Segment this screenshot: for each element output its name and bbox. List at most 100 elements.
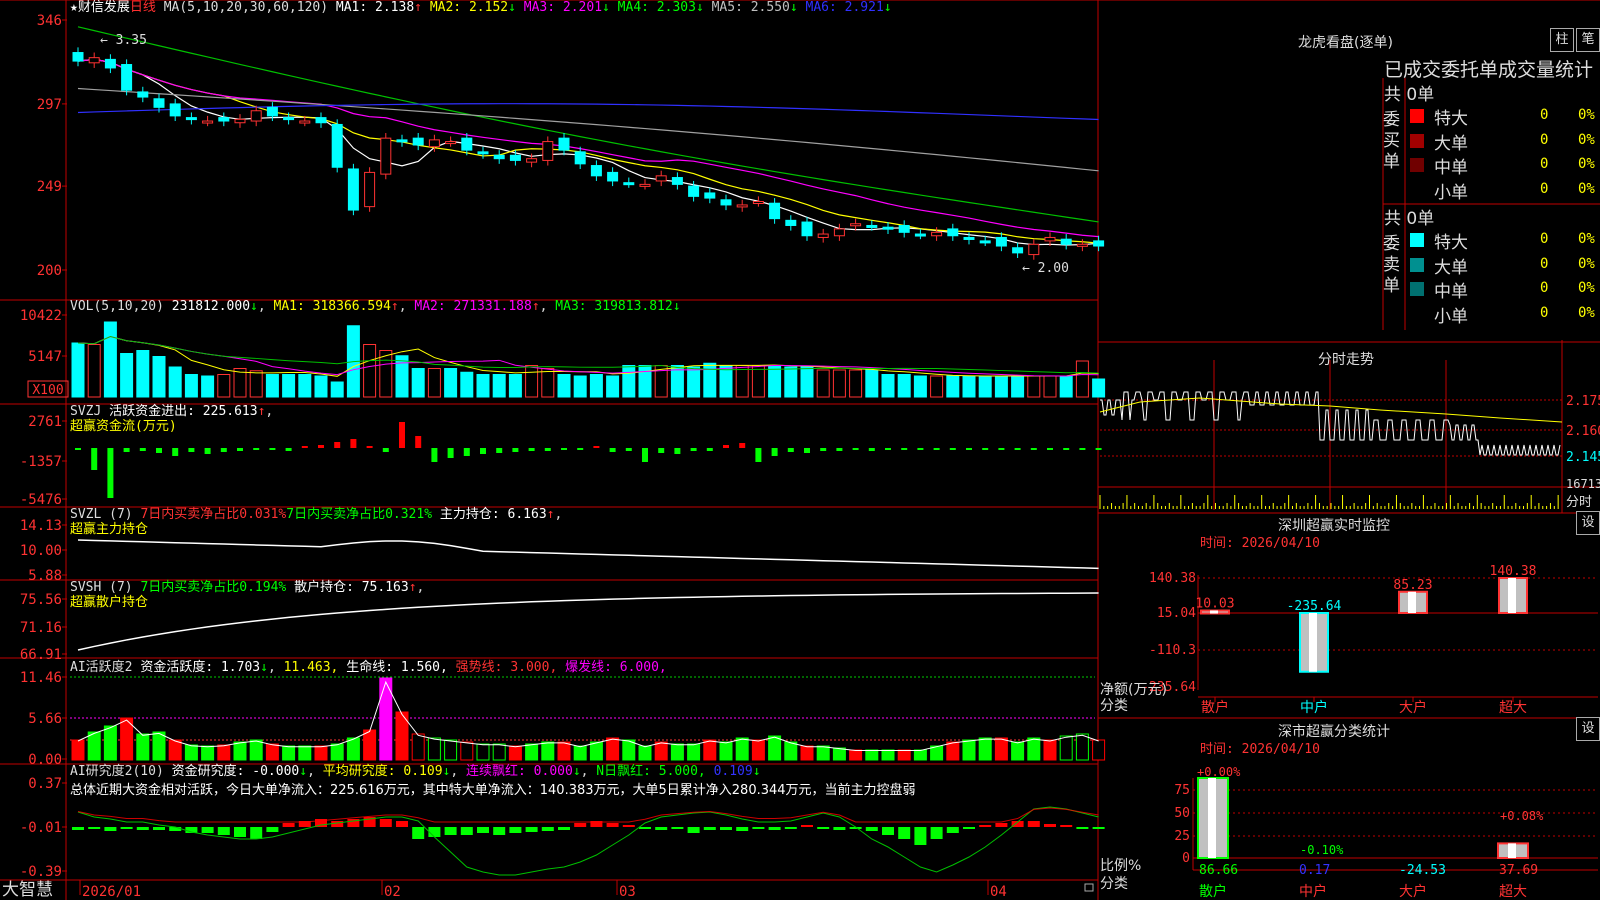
svzj-bar [1014,448,1021,450]
order-row-label: 大单 [1434,257,1468,278]
favorite-star-icon[interactable]: ★ [70,0,78,15]
svzj-bar [1063,448,1070,450]
svzl-title: SVZL (7) [70,507,133,522]
svzj-bar [528,448,535,451]
high-annotation: ← 3.35 [100,33,147,48]
intraday-avg-line [1099,397,1563,423]
svzj-bar [723,445,729,448]
vol-ma-line-2 [77,335,1099,374]
candle-body [461,137,473,151]
volume-bar [525,365,539,398]
ai-act-axis-tick-2: 0.00 [28,752,62,768]
sz-bar-highlight [1508,578,1516,613]
ma-legend-item-4: MA4: 2.303 [609,0,696,15]
ai-res-e-arrow: ↓ [752,764,761,779]
cls-settings-button[interactable]: 设 [1576,717,1600,741]
cls-axis-2: 25 [1174,829,1190,844]
svzj-bar [755,448,762,462]
activity-bar [784,741,798,761]
ma-arrow-3: ↓ [602,0,610,15]
order-row-label: 特大 [1434,109,1468,129]
ai-res-c-arrow: ↓ [572,764,581,779]
candle-body [785,219,797,226]
svzj-bar [544,448,551,451]
research-bar [1060,825,1073,827]
ai-res-axis-tick-2: -0.39 [20,864,62,880]
cls-top-1: -0.10% [1300,843,1344,857]
svzj-bar [75,448,81,450]
volume-bar [217,374,231,398]
svzj-bar [253,448,260,450]
activity-bar [1092,739,1106,761]
activity-bar [136,733,150,761]
research-bar [541,827,554,831]
svzj-bar [172,448,179,456]
ai-res-a-arrow: ↓ [299,764,308,779]
sz-settings-button[interactable]: 设 [1576,511,1600,535]
candle-body [331,123,343,168]
svzj-bar [852,448,859,450]
research-bar [493,827,506,835]
research-bar [396,821,408,827]
svzj-bar [739,443,746,448]
research-bar [882,827,894,835]
order-row-label: 中单 [1434,282,1468,302]
svzj-bar [885,448,891,450]
activity-bar [994,737,1008,761]
sz-bar-value: 140.38 [1490,564,1537,579]
order-row-label: 小单 [1434,182,1468,203]
candle-body [607,171,619,182]
svzj-axis-tick-0: 2761 [28,414,62,430]
candle-body [396,139,408,143]
ma-legend-item-5: MA5: 2.550 [703,0,790,15]
candle-body [185,117,197,121]
time-label-2: 03 [619,884,636,900]
activity-bar [687,743,701,761]
volume-bar [460,371,474,398]
svzj-bar [804,448,810,453]
svzj-bar [771,448,778,456]
bar-mode-button[interactable]: 柱 [1550,28,1574,52]
research-bar [865,827,878,831]
volume-bar [946,375,960,398]
candle-body [542,141,554,161]
activity-bar [751,739,765,761]
vol-axis-tick-1: 5147 [28,349,62,365]
svsh-tail: , [416,580,425,595]
ai-act-fund: 资金活跃度: 1.703 [140,660,261,675]
svzj-bar [463,448,470,456]
ma-arrow-1: ↑ [414,0,422,15]
cls-bar-hl-0 [1208,778,1216,858]
ma-legend-item-6: MA6: 2.921 [797,0,884,15]
svzj-bar [269,448,276,450]
ma-legend-item-2: MA2: 2.152 [422,0,509,15]
candle-body [817,233,829,238]
svsh-axis-tick-0: 75.56 [20,592,62,608]
cls-value-0: 86.66 [1199,863,1238,878]
activity-bar [330,743,344,761]
svzj-bar [674,448,681,454]
volume-bar [1027,375,1041,398]
candle-body [266,106,278,117]
svzj-bar [1030,448,1037,450]
research-bar [444,827,457,835]
volume-bar [265,374,279,398]
order-side-label: 委买单 [1383,110,1400,172]
activity-bar [897,749,911,761]
research-bar [639,827,651,829]
volume-bar [994,375,1008,398]
volume-bar [573,375,587,398]
activity-bar [168,739,182,761]
svsh-arrow: ↑ [408,580,417,595]
candle-body [720,199,732,206]
candle-body [590,165,602,177]
tick-mode-button[interactable]: 笔 [1576,28,1600,52]
activity-bar [508,745,522,761]
research-bar [1092,827,1105,829]
research-bar [574,823,587,827]
period-label[interactable]: 日线 [130,0,156,15]
svzj-bar [415,436,422,448]
candle-body [137,91,149,98]
research-bar [509,827,522,833]
svzj-bar [1095,448,1102,450]
